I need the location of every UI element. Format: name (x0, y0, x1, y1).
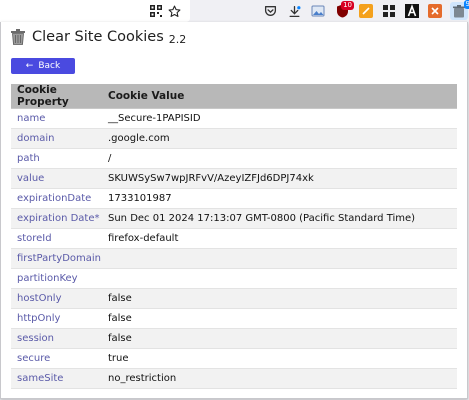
cookie-value: false (102, 308, 457, 329)
table-row: storeId firefox-default (11, 228, 457, 249)
popup-header: Clear Site Cookies 2.2 (11, 26, 186, 48)
table-row: hostOnly false (11, 288, 457, 309)
cookie-value: false (102, 328, 457, 349)
cookie-value: SKUWSySw7wpJRFvV/AzeyIZFJd6DPJ74xk (102, 168, 457, 189)
cookie-property: value (11, 168, 102, 189)
cookie-property: expiration Date* (11, 208, 102, 229)
ublock-icon[interactable]: 10 (334, 1, 354, 19)
extension-grid-icon[interactable] (381, 3, 397, 19)
pocket-icon[interactable] (262, 3, 278, 19)
cookie-property: partitionKey (11, 268, 102, 289)
table-row: value SKUWSySw7wpJRFvV/AzeyIZFJd6DPJ74xk (11, 168, 457, 189)
cookie-property: session (11, 328, 102, 349)
header-cookie-value: Cookie Value (102, 84, 457, 109)
extension-popup: Clear Site Cookies 2.2 ← Back Cookie Pro… (0, 22, 468, 399)
table-row: expirationDate 1733101987 (11, 188, 457, 209)
font-a-icon[interactable] (404, 3, 420, 19)
table-row: secure true (11, 348, 457, 369)
table-row: domain .google.com (11, 128, 457, 149)
app-version: 2.2 (168, 32, 187, 46)
table-header-row: Cookie Property Cookie Value (11, 84, 457, 109)
cookie-property: secure (11, 348, 102, 369)
table-row: firstPartyDomain (11, 248, 457, 269)
table-row: session false (11, 328, 457, 349)
browser-toolbar: 10 9 (0, 0, 469, 22)
cookie-value: 1733101987 (102, 188, 457, 209)
extension-image-icon[interactable] (310, 3, 326, 19)
table-row: expiration Date* Sun Dec 01 2024 17:13:0… (11, 208, 457, 229)
cookie-property: name (11, 108, 102, 129)
clear-cookies-badge: 9 (463, 0, 469, 9)
app-title: Clear Site Cookies (32, 29, 164, 45)
back-button-label: Back (38, 61, 61, 71)
table-row: sameSite no_restriction (11, 368, 457, 389)
cookie-value: false (102, 288, 457, 309)
cookie-property: path (11, 148, 102, 169)
table-row: partitionKey (11, 268, 457, 289)
cookie-property: expirationDate (11, 188, 102, 209)
cookie-value (102, 268, 457, 289)
table-row: path / (11, 148, 457, 169)
trash-can-icon (11, 29, 25, 45)
cookie-value: no_restriction (102, 368, 457, 389)
bookmark-star-icon[interactable] (166, 3, 182, 19)
cookie-value: / (102, 148, 457, 169)
cookie-value: firefox-default (102, 228, 457, 249)
table-row: httpOnly false (11, 308, 457, 329)
cookie-value: .google.com (102, 128, 457, 149)
cookie-property: sameSite (11, 368, 102, 389)
download-icon[interactable] (286, 3, 302, 19)
qr-code-icon[interactable] (148, 3, 164, 19)
clear-cookies-extension-icon[interactable]: 9 (450, 0, 469, 20)
header-cookie-property: Cookie Property (11, 84, 102, 109)
table-row: name __Secure-1PAPISID (11, 108, 457, 129)
ublock-badge: 10 (341, 1, 354, 10)
cookie-property: storeId (11, 228, 102, 249)
cookie-property: firstPartyDomain (11, 248, 102, 269)
cookie-value (102, 248, 457, 269)
cookie-table: Cookie Property Cookie Value name __Secu… (11, 84, 457, 389)
left-arrow-icon: ← (25, 61, 34, 71)
cookie-property: httpOnly (11, 308, 102, 329)
back-button[interactable]: ← Back (11, 58, 75, 74)
cookie-value: Sun Dec 01 2024 17:13:07 GMT-0800 (Pacif… (102, 208, 457, 229)
extension-orange-icon[interactable] (358, 3, 374, 19)
extension-close-icon[interactable] (427, 3, 443, 19)
cookie-property: hostOnly (11, 288, 102, 309)
cookie-property: domain (11, 128, 102, 149)
cookie-value: true (102, 348, 457, 369)
cookie-value: __Secure-1PAPISID (102, 108, 457, 129)
